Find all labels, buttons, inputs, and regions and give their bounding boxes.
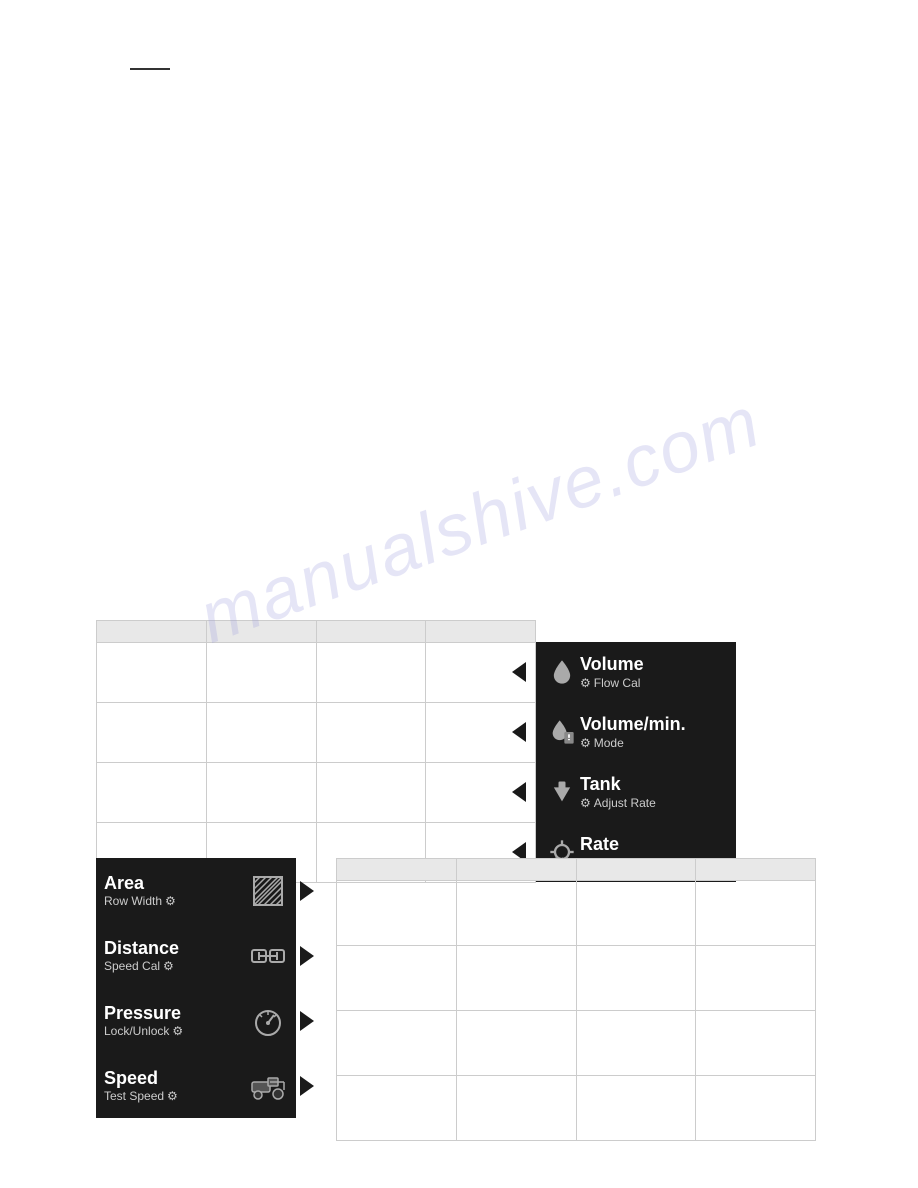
top-cell xyxy=(316,643,426,703)
gear-icon: ⚙ xyxy=(167,1089,178,1103)
top-table-header-4 xyxy=(426,621,536,643)
table-row xyxy=(97,643,536,703)
distance-arrow xyxy=(300,946,314,966)
bottom-cell xyxy=(456,1076,576,1141)
tank-down-icon xyxy=(544,778,580,806)
bottom-cell xyxy=(576,881,696,946)
table-row xyxy=(337,1011,816,1076)
tank-arrow xyxy=(512,782,526,802)
bottom-cell xyxy=(337,1076,457,1141)
top-cell xyxy=(206,763,316,823)
droplet-icon xyxy=(544,658,580,686)
bottom-cell xyxy=(576,946,696,1011)
volume-min-text-area: Volume/min. ⚙ Mode xyxy=(580,714,686,750)
table-row xyxy=(97,763,536,823)
area-hatch-icon xyxy=(248,875,288,907)
bottom-table xyxy=(336,858,816,1141)
tractor-icon xyxy=(248,1072,288,1100)
top-table xyxy=(96,620,536,883)
top-section: Volume ⚙ Flow Cal Volume/min. xyxy=(96,620,536,883)
area-main-text: Area xyxy=(104,873,248,895)
distance-main-text: Distance xyxy=(104,938,248,960)
bottom-table-header-2 xyxy=(456,859,576,881)
top-labels: Volume ⚙ Flow Cal Volume/min. xyxy=(536,642,736,882)
volume-min-sub-text: ⚙ Mode xyxy=(580,736,686,750)
tank-main-text: Tank xyxy=(580,774,656,796)
gear-icon: ⚙ xyxy=(580,676,591,690)
bottom-cell xyxy=(337,1011,457,1076)
watermark-text: manualshive.com xyxy=(189,381,772,660)
gear-icon: ⚙ xyxy=(163,959,174,973)
bottom-cell xyxy=(456,1011,576,1076)
top-cell xyxy=(97,703,207,763)
bottom-cell xyxy=(337,946,457,1011)
rate-main-text: Rate xyxy=(580,834,656,856)
top-cell xyxy=(206,643,316,703)
bottom-section: Area Row Width ⚙ xyxy=(96,858,816,1141)
bottom-labels: Area Row Width ⚙ xyxy=(96,858,296,1118)
volume-main-text: Volume xyxy=(580,654,644,676)
pressure-gauge-icon xyxy=(248,1005,288,1037)
speed-text-area: Speed Test Speed ⚙ xyxy=(104,1068,248,1104)
distance-icon xyxy=(248,942,288,970)
area-sub-text: Row Width ⚙ xyxy=(104,894,248,908)
area-text-area: Area Row Width ⚙ xyxy=(104,873,248,909)
table-row xyxy=(337,946,816,1011)
bottom-cell xyxy=(696,881,816,946)
pressure-arrow xyxy=(300,1011,314,1031)
bottom-cell xyxy=(456,946,576,1011)
speed-main-text: Speed xyxy=(104,1068,248,1090)
bottom-cell xyxy=(696,946,816,1011)
table-row xyxy=(337,1076,816,1141)
bottom-cell xyxy=(696,1076,816,1141)
top-table-header-1 xyxy=(97,621,207,643)
pressure-main-text: Pressure xyxy=(104,1003,248,1025)
top-line xyxy=(130,68,170,70)
tank-sub-text: ⚙ Adjust Rate xyxy=(580,796,656,810)
speed-sub-text: Test Speed ⚙ xyxy=(104,1089,248,1103)
gear-icon: ⚙ xyxy=(580,796,591,810)
gear-icon: ⚙ xyxy=(165,894,176,908)
tank-text-area: Tank ⚙ Adjust Rate xyxy=(580,774,656,810)
tank-label[interactable]: Tank ⚙ Adjust Rate xyxy=(536,762,736,822)
volume-arrow xyxy=(512,662,526,682)
top-cell xyxy=(316,703,426,763)
droplet-timer-icon xyxy=(544,718,580,746)
bottom-table-header-4 xyxy=(696,859,816,881)
volume-label[interactable]: Volume ⚙ Flow Cal xyxy=(536,642,736,702)
volume-sub-text: ⚙ Flow Cal xyxy=(580,676,644,690)
distance-label[interactable]: Distance Speed Cal ⚙ xyxy=(96,923,296,988)
gear-icon: ⚙ xyxy=(580,736,591,750)
area-arrow xyxy=(300,881,314,901)
bottom-cell xyxy=(337,881,457,946)
pressure-sub-text: Lock/Unlock ⚙ xyxy=(104,1024,248,1038)
top-table-header-2 xyxy=(206,621,316,643)
top-cell xyxy=(316,763,426,823)
top-table-header-3 xyxy=(316,621,426,643)
area-label[interactable]: Area Row Width ⚙ xyxy=(96,858,296,923)
pressure-text-area: Pressure Lock/Unlock ⚙ xyxy=(104,1003,248,1039)
gear-icon: ⚙ xyxy=(172,1024,183,1038)
distance-sub-text: Speed Cal ⚙ xyxy=(104,959,248,973)
top-cell xyxy=(97,643,207,703)
volume-min-arrow xyxy=(512,722,526,742)
top-cell xyxy=(206,703,316,763)
volume-min-label[interactable]: Volume/min. ⚙ Mode xyxy=(536,702,736,762)
speed-arrow xyxy=(300,1076,314,1096)
pressure-label[interactable]: Pressure Lock/Unlock ⚙ xyxy=(96,988,296,1053)
table-row xyxy=(337,881,816,946)
distance-text-area: Distance Speed Cal ⚙ xyxy=(104,938,248,974)
bottom-cell xyxy=(696,1011,816,1076)
bottom-table-header-1 xyxy=(337,859,457,881)
bottom-table-header-3 xyxy=(576,859,696,881)
top-cell xyxy=(97,763,207,823)
volume-text-area: Volume ⚙ Flow Cal xyxy=(580,654,644,690)
bottom-cell xyxy=(576,1011,696,1076)
speed-label[interactable]: Speed Test Speed ⚙ xyxy=(96,1053,296,1118)
volume-min-main-text: Volume/min. xyxy=(580,714,686,736)
table-row xyxy=(97,703,536,763)
bottom-cell xyxy=(456,881,576,946)
bottom-cell xyxy=(576,1076,696,1141)
